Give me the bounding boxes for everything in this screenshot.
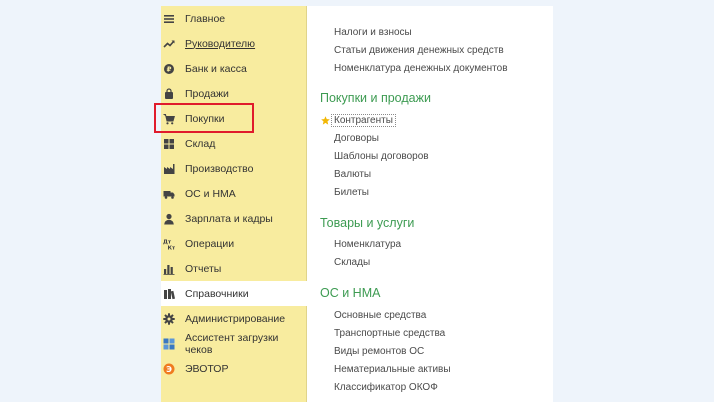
sidebar-item-fixed-assets[interactable]: ОС и НМА <box>161 181 307 206</box>
sidebar-item-bank[interactable]: ₽ Банк и касса <box>161 56 307 81</box>
link-taxes[interactable]: Налоги и взносы <box>334 27 412 38</box>
link-currencies[interactable]: Валюты <box>334 169 371 180</box>
bag-icon <box>163 87 175 100</box>
link-vehicles[interactable]: Транспортные средства <box>334 328 445 339</box>
sidebar-item-evotor[interactable]: Э ЭВОТОР <box>161 356 307 381</box>
sidebar-item-label: Ассистент загрузки чеков <box>185 331 279 356</box>
sidebar-item-label: Справочники <box>185 287 249 300</box>
section-title-goods-services: Товары и услуги <box>320 216 415 230</box>
sidebar-item-administration[interactable]: Администрирование <box>161 306 307 331</box>
link-counterparties[interactable]: Контрагенты <box>331 114 396 127</box>
link-contract-templates[interactable]: Шаблоны договоров <box>334 151 429 162</box>
section-title-purchases-sales: Покупки и продажи <box>320 91 431 105</box>
app-window: Главное Руководителю ₽ Банк и касса Прод… <box>161 6 553 402</box>
factory-icon <box>163 163 175 175</box>
trend-icon <box>163 38 175 50</box>
sidebar-item-label: ОС и НМА <box>185 187 236 200</box>
sidebar-item-production[interactable]: Производство <box>161 156 307 181</box>
svg-text:₽: ₽ <box>167 65 172 73</box>
link-label: Контрагенты <box>331 114 396 127</box>
link-warehouses[interactable]: Склады <box>334 257 370 268</box>
dt-kt-icon: Дт Кт <box>163 238 175 250</box>
sidebar-item-reports[interactable]: Отчеты <box>161 256 307 281</box>
gear-icon <box>163 312 175 325</box>
coin-icon: ₽ <box>163 63 175 75</box>
sidebar-item-receipt-assistant[interactable]: Ассистент загрузки чеков <box>161 331 307 356</box>
sidebar-item-label: Банк и касса <box>185 62 247 75</box>
link-intangible-assets[interactable]: Нематериальные активы <box>334 364 451 375</box>
link-fixed-assets[interactable]: Основные средства <box>334 310 426 321</box>
sidebar-item-label: Продажи <box>185 87 229 100</box>
truck-icon <box>163 188 175 200</box>
sidebar-item-label: ЭВОТОР <box>185 362 229 375</box>
link-repair-types[interactable]: Виды ремонтов ОС <box>334 346 424 357</box>
link-contracts[interactable]: Договоры <box>334 133 379 144</box>
svg-text:Э: Э <box>166 364 172 373</box>
sidebar-item-label: Зарплата и кадры <box>185 212 273 225</box>
svg-text:Кт: Кт <box>168 245 176 250</box>
sidebar-item-salary[interactable]: Зарплата и кадры <box>161 206 307 231</box>
link-cash-flow-items[interactable]: Статьи движения денежных средств <box>334 45 504 56</box>
sidebar-item-warehouse[interactable]: Склад <box>161 131 307 156</box>
sidebar-item-operations[interactable]: Дт Кт Операции <box>161 231 307 256</box>
bar-chart-icon <box>163 263 175 275</box>
link-okof-classifier[interactable]: Классификатор ОКОФ <box>334 382 438 393</box>
person-icon <box>163 213 175 225</box>
link-cash-documents-nomenclature[interactable]: Номенклатура денежных документов <box>334 63 508 74</box>
warehouse-icon <box>163 138 175 150</box>
sidebar-item-label: Операции <box>185 237 235 250</box>
link-nomenclature[interactable]: Номенклатура <box>334 239 401 250</box>
sidebar-item-references[interactable]: Справочники <box>161 281 307 306</box>
grid-icon <box>163 338 175 350</box>
sidebar: Главное Руководителю ₽ Банк и касса Прод… <box>161 6 307 402</box>
sidebar-item-main[interactable]: Главное <box>161 6 307 31</box>
content-panel: Налоги и взносы Статьи движения денежных… <box>307 6 553 402</box>
sidebar-item-label: Руководителю <box>185 37 256 50</box>
link-tickets[interactable]: Билеты <box>334 187 369 198</box>
menu-icon <box>163 13 175 25</box>
highlight-frame <box>154 103 254 133</box>
sidebar-item-label: Склад <box>185 137 216 150</box>
section-title-fixed-assets: ОС и НМА <box>320 286 381 300</box>
evotor-icon: Э <box>163 363 175 375</box>
sidebar-item-manager[interactable]: Руководителю <box>161 31 307 56</box>
sidebar-item-label: Производство <box>185 162 254 175</box>
sidebar-item-label: Главное <box>185 12 226 25</box>
books-icon <box>163 288 175 300</box>
star-icon[interactable] <box>321 116 330 125</box>
sidebar-item-label: Администрирование <box>185 312 286 325</box>
sidebar-item-label: Отчеты <box>185 262 222 275</box>
